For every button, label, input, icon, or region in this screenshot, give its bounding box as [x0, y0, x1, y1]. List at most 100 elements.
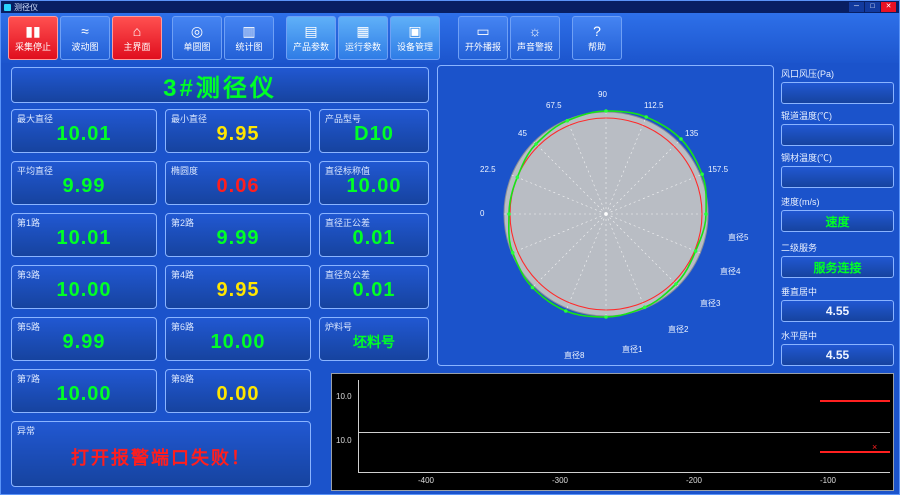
- sidebar-item-vertical-center: 垂直居中 4.55: [781, 285, 894, 322]
- air-pressure-display: [781, 82, 894, 104]
- channel-2-diameter: 第2路 9.99: [165, 213, 311, 257]
- sidebar-label: 风口风压(Pa): [781, 69, 835, 79]
- toolbar-button-main-screen[interactable]: ⌂ 主界面: [112, 16, 162, 60]
- window-controls: ─ □ ✕: [849, 2, 896, 12]
- metric-value: 10.01: [56, 226, 112, 249]
- channel-8-diameter: 第8路 0.00: [165, 369, 311, 413]
- external-broadcast-icon: ▭: [476, 22, 490, 39]
- channel-3-diameter: 第3路 10.00: [11, 265, 157, 309]
- toolbar-button-sound-alarm[interactable]: ☼ 声音警报: [510, 16, 560, 60]
- plus-tolerance-box: 直径正公差 0.01: [319, 213, 429, 257]
- sidebar-item-roller-temp: 辊道温度(℃): [781, 109, 894, 146]
- app-icon: [4, 3, 11, 11]
- nominal-diameter-box: 直径标称值 10.00: [319, 161, 429, 205]
- toolbar-button-statistics[interactable]: ▥ 统计图: [224, 16, 274, 60]
- gauge-title: 3#测径仪: [163, 74, 277, 102]
- metric-value: 0.06: [216, 174, 260, 197]
- metric-value: 0.01: [352, 226, 396, 249]
- toolbar: ▮▮ 采集停止 ≈ 波动图 ⌂ 主界面 ◎ 单圆图 ▥ 统计图 ▤ 产品参数 ▦…: [1, 13, 899, 63]
- polar-angle-label: 90: [598, 90, 607, 99]
- metric-value: 坯料号: [353, 334, 395, 350]
- l2-service-status: 服务连接: [781, 256, 894, 278]
- sidebar-item-horizontal-center: 水平居中 4.55: [781, 329, 894, 366]
- product-params-icon: ▤: [304, 22, 318, 39]
- metric-value: 10.01: [56, 122, 112, 145]
- trend-y-axis: [358, 380, 359, 472]
- trend-band-separator: [358, 432, 890, 433]
- statistics-chart-icon: ▥: [242, 22, 256, 39]
- sidebar-item-air-pressure: 风口风压(Pa): [781, 67, 894, 104]
- sidebar: 风口风压(Pa) 辊道温度(℃) 钢材温度(℃) 速度(m/s) 速度 二级服务…: [781, 63, 894, 369]
- metric-ovality: 椭圆度 0.06: [165, 161, 311, 205]
- gauge-title-box: 3#测径仪: [11, 67, 429, 103]
- polar-diameter-label: 直径2: [668, 325, 689, 334]
- polar-angle-label: 45: [518, 129, 527, 138]
- channel-7-diameter: 第7路 10.00: [11, 369, 157, 413]
- trend-y-label-2: 10.0: [336, 436, 352, 445]
- product-model-box: 产品型号 D10: [319, 109, 429, 153]
- polar-diameter-label: 直径5: [728, 233, 749, 242]
- metric-value: 0.01: [352, 278, 396, 301]
- vertical-center-display: 4.55: [781, 300, 894, 322]
- toolbar-button-wave-chart[interactable]: ≈ 波动图: [60, 16, 110, 60]
- channel-4-diameter: 第4路 9.95: [165, 265, 311, 309]
- sidebar-label: 垂直居中: [781, 287, 818, 297]
- polar-diameter-label: 直径8: [564, 351, 585, 360]
- sidebar-label: 辊道温度(℃): [781, 111, 832, 121]
- metric-value: 10.00: [210, 330, 266, 353]
- metric-max-diameter: 最大直径 10.01: [11, 109, 157, 153]
- window-title: 测径仪: [14, 2, 38, 12]
- polar-diameter-label: 直径1: [622, 345, 643, 354]
- polar-chart-panel: 90 112.5 135 157.5 67.5 45 22.5 0 直径5 直径…: [437, 65, 774, 366]
- maximize-button[interactable]: □: [865, 2, 880, 12]
- polar-diameter-label: 直径4: [720, 267, 741, 276]
- home-icon: ⌂: [132, 22, 142, 39]
- toolbar-button-device-management[interactable]: ▣ 设备管理: [390, 16, 440, 60]
- minimize-button[interactable]: ─: [849, 2, 864, 12]
- metric-value: 10.00: [56, 382, 112, 405]
- polar-diameter-label: 直径3: [700, 299, 721, 308]
- sidebar-label: 钢材温度(℃): [781, 153, 832, 163]
- sidebar-value: 4.55: [825, 348, 850, 362]
- stop-acquisition-icon: ▮▮: [25, 22, 41, 39]
- sidebar-label: 水平居中: [781, 331, 818, 341]
- alarm-message: 打开报警端口失败！: [71, 448, 251, 468]
- metric-value: 9.99: [62, 174, 106, 197]
- metric-value: 9.99: [216, 226, 260, 249]
- sidebar-value: 4.55: [825, 304, 850, 318]
- metric-value: D10: [354, 122, 394, 145]
- speed-display: 速度: [781, 210, 894, 232]
- toolbar-button-product-params[interactable]: ▤ 产品参数: [286, 16, 336, 60]
- toolbar-button-external-broadcast[interactable]: ▭ 开外播报: [458, 16, 508, 60]
- titlebar: 测径仪 ─ □ ✕: [1, 1, 899, 13]
- sidebar-value: 服务连接: [813, 260, 862, 275]
- alarm-message-box: 异常 打开报警端口失败！: [11, 421, 311, 487]
- toolbar-button-stop-acquisition[interactable]: ▮▮ 采集停止: [8, 16, 58, 60]
- metric-avg-diameter: 平均直径 9.99: [11, 161, 157, 205]
- channel-5-diameter: 第5路 9.99: [11, 317, 157, 361]
- close-button[interactable]: ✕: [881, 2, 896, 12]
- toolbar-button-single-circle[interactable]: ◎ 单圆图: [172, 16, 222, 60]
- minus-tolerance-box: 直径负公差 0.01: [319, 265, 429, 309]
- metric-value: 9.99: [62, 330, 106, 353]
- trend-alarm-line-2: [820, 451, 890, 453]
- channel-6-diameter: 第6路 10.00: [165, 317, 311, 361]
- trend-y-label-1: 10.0: [336, 392, 352, 401]
- trend-x-tick: -300: [551, 476, 569, 485]
- trend-chart: 10.0 10.0 × -400 -300 -200 -100: [331, 373, 894, 491]
- polar-angle-label: 112.5: [644, 101, 664, 110]
- toolbar-button-help[interactable]: ? 帮助: [572, 16, 622, 60]
- trend-alarm-line-1: [820, 400, 890, 402]
- sidebar-value: 速度: [825, 214, 850, 229]
- roller-temp-display: [781, 124, 894, 146]
- toolbar-button-run-params[interactable]: ▦ 运行参数: [338, 16, 388, 60]
- help-icon: ?: [593, 22, 601, 39]
- trend-x-tick: -100: [819, 476, 837, 485]
- billet-number-box: 炉料号 坯料号: [319, 317, 429, 361]
- metric-value: 10.00: [346, 174, 402, 197]
- polar-angle-label: 157.5: [708, 165, 729, 174]
- trend-alarm-marker: ×: [872, 442, 878, 452]
- sidebar-item-l2-service: 二级服务 服务连接: [781, 241, 894, 278]
- polar-angle-label: 135: [685, 129, 699, 138]
- metric-value: 9.95: [216, 278, 260, 301]
